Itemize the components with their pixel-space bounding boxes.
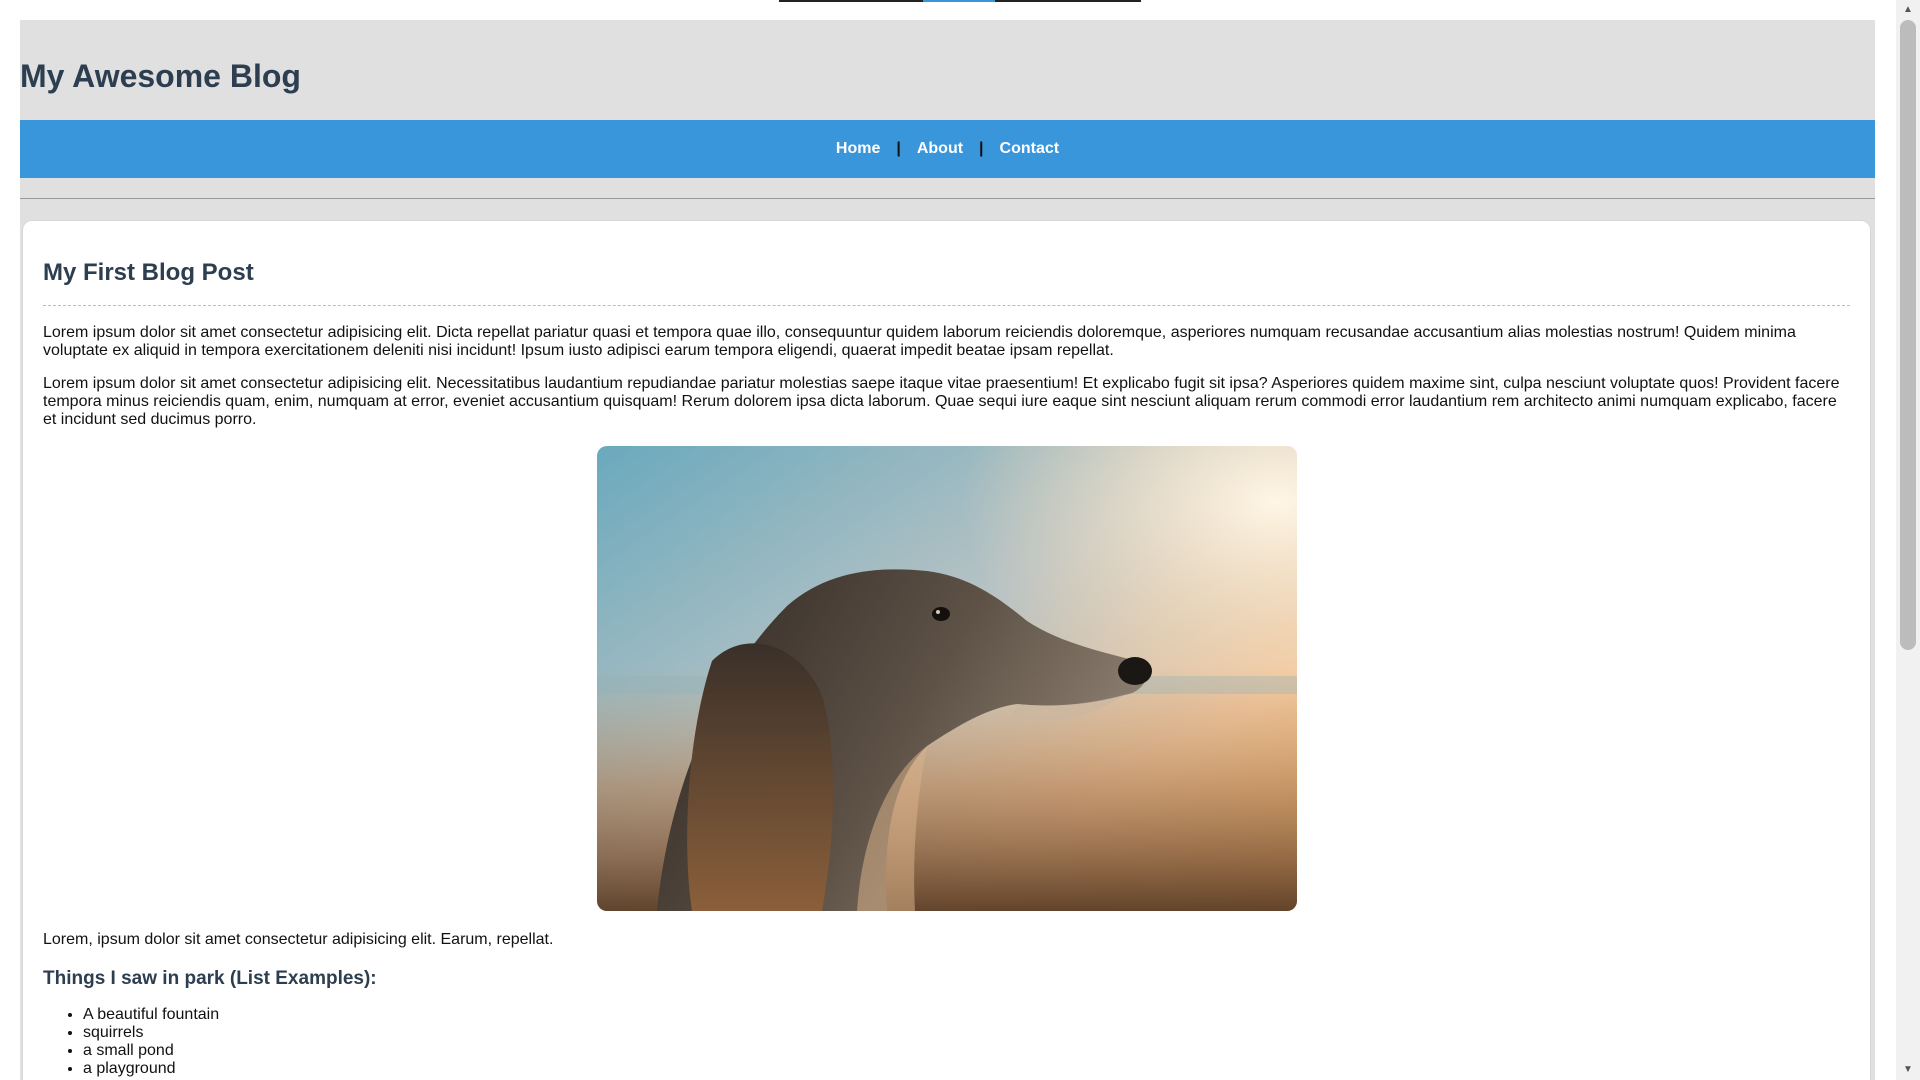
- list-heading: Things I saw in park (List Examples):: [43, 968, 377, 989]
- post-caption: Lorem, ipsum dolor sit amet consectetur …: [43, 931, 554, 948]
- scroll-up-arrow-icon[interactable]: ▲: [1896, 0, 1920, 20]
- nav-link-about[interactable]: About: [901, 140, 979, 158]
- post-image: [596, 446, 1297, 911]
- post-title-divider: [43, 305, 1850, 306]
- post-paragraph: Lorem ipsum dolor sit amet consectetur a…: [43, 324, 1796, 359]
- scroll-down-arrow-icon[interactable]: ▼: [1896, 1060, 1920, 1080]
- nav-link-home[interactable]: Home: [820, 140, 896, 158]
- top-progress-indicator: [779, 0, 1141, 2]
- blog-page: My Awesome Blog Home | About | Contact M…: [20, 20, 1875, 1080]
- list-item: A beautiful fountain: [83, 1006, 1850, 1024]
- post-title: My First Blog Post: [43, 259, 254, 286]
- nav-link-contact[interactable]: Contact: [984, 140, 1076, 158]
- browser-viewport: My Awesome Blog Home | About | Contact M…: [0, 0, 1920, 1080]
- site-title: My Awesome Blog: [20, 58, 301, 94]
- site-header: My Awesome Blog: [20, 20, 1875, 120]
- main-nav: Home | About | Contact: [20, 120, 1875, 178]
- list-item: a small pond: [83, 1042, 1850, 1060]
- dog-photo: [596, 446, 1297, 911]
- header-divider: [20, 198, 1875, 199]
- list-item: a playground: [83, 1060, 1850, 1078]
- park-list: A beautiful fountain squirrels a small p…: [43, 1006, 1850, 1078]
- scrollbar-thumb[interactable]: [1900, 20, 1916, 650]
- post-paragraph: Lorem ipsum dolor sit amet consectetur a…: [43, 375, 1840, 428]
- vertical-scrollbar[interactable]: ▲ ▼: [1896, 0, 1920, 1080]
- list-item: squirrels: [83, 1024, 1850, 1042]
- blog-post: My First Blog Post Lorem ipsum dolor sit…: [22, 220, 1871, 1080]
- top-progress-segment: [923, 0, 995, 2]
